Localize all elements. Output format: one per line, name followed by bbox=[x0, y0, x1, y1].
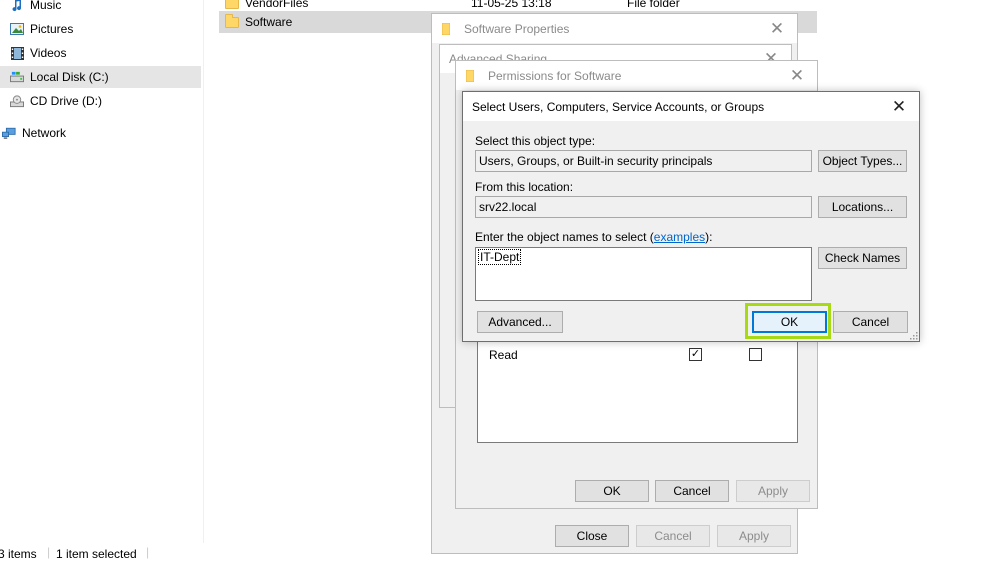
close-icon[interactable]: ✕ bbox=[757, 14, 797, 43]
status-divider: | bbox=[146, 545, 150, 559]
dialog-title: Select Users, Computers, Service Account… bbox=[472, 99, 765, 114]
nav-item-label: CD Drive (D:) bbox=[30, 94, 102, 108]
names-label-suffix: ): bbox=[705, 230, 713, 244]
dialog-title: Permissions for Software bbox=[488, 68, 622, 83]
nav-item-label: Videos bbox=[30, 46, 67, 60]
close-icon[interactable]: ✕ bbox=[777, 61, 817, 90]
nav-item-music[interactable]: Music bbox=[0, 0, 201, 16]
names-label-text: Enter the object names to select ( bbox=[475, 230, 654, 244]
close-button[interactable]: Close bbox=[555, 525, 629, 547]
location-field: srv22.local bbox=[475, 196, 812, 218]
nav-item-label: Music bbox=[30, 0, 62, 12]
folder-icon bbox=[465, 69, 480, 83]
network-icon bbox=[2, 126, 16, 140]
nav-item-cd-drive[interactable]: CD Drive (D:) bbox=[0, 90, 201, 112]
apply-button[interactable]: Apply bbox=[717, 525, 791, 547]
examples-link[interactable]: examples bbox=[654, 230, 705, 244]
file-type: File folder bbox=[627, 0, 680, 10]
ok-button[interactable]: OK bbox=[575, 480, 649, 502]
object-names-input[interactable]: IT-Dept bbox=[475, 247, 812, 301]
locations-button[interactable]: Locations... bbox=[818, 196, 907, 218]
cancel-button[interactable]: Cancel bbox=[655, 480, 729, 502]
permissions-list: Read ✓ bbox=[477, 331, 798, 443]
cd-drive-icon bbox=[10, 94, 24, 108]
cancel-button[interactable]: Cancel bbox=[833, 311, 908, 333]
object-type-field: Users, Groups, or Built-in security prin… bbox=[475, 150, 812, 172]
videos-icon bbox=[10, 46, 24, 60]
nav-item-label: Local Disk (C:) bbox=[30, 70, 109, 84]
item-count: 3 items bbox=[0, 547, 37, 561]
navigation-pane: Music Pictures Videos Local Disk (C:) CD… bbox=[0, 0, 204, 543]
object-types-button[interactable]: Object Types... bbox=[818, 150, 907, 172]
drive-icon bbox=[10, 70, 24, 84]
object-type-label: Select this object type: bbox=[475, 134, 596, 148]
properties-titlebar: Software Properties ✕ bbox=[432, 14, 797, 43]
folder-icon bbox=[441, 22, 456, 36]
nav-item-network[interactable]: Network bbox=[0, 122, 201, 144]
permission-label: Read bbox=[489, 348, 518, 362]
advanced-button[interactable]: Advanced... bbox=[477, 311, 563, 333]
dialog-title: Software Properties bbox=[464, 21, 570, 36]
object-names-value: IT-Dept bbox=[478, 249, 522, 265]
nav-item-pictures[interactable]: Pictures bbox=[0, 18, 201, 40]
cancel-button[interactable]: Cancel bbox=[636, 525, 710, 547]
select-users-dialog: Select Users, Computers, Service Account… bbox=[462, 91, 920, 342]
close-icon[interactable]: ✕ bbox=[879, 92, 919, 121]
permissions-titlebar: Permissions for Software ✕ bbox=[456, 61, 817, 90]
resize-grip-icon[interactable] bbox=[908, 330, 918, 340]
select-users-titlebar: Select Users, Computers, Service Account… bbox=[463, 92, 919, 121]
allow-checkbox[interactable]: ✓ bbox=[689, 348, 702, 361]
nav-item-label: Network bbox=[22, 126, 67, 140]
folder-icon bbox=[225, 13, 239, 28]
location-label: From this location: bbox=[475, 180, 574, 194]
nav-item-local-disk[interactable]: Local Disk (C:) bbox=[0, 66, 201, 88]
selected-count: 1 item selected bbox=[56, 547, 137, 561]
folder-icon bbox=[225, 0, 239, 9]
pictures-icon bbox=[10, 22, 24, 36]
deny-checkbox[interactable] bbox=[749, 348, 762, 361]
file-date: 11-05-25 13:18 bbox=[471, 0, 552, 10]
nav-item-videos[interactable]: Videos bbox=[0, 42, 201, 64]
apply-button[interactable]: Apply bbox=[736, 480, 810, 502]
status-divider: | bbox=[47, 545, 51, 559]
music-icon bbox=[10, 0, 24, 12]
file-name: VendorFiles bbox=[245, 0, 309, 10]
nav-item-label: Pictures bbox=[30, 22, 74, 36]
names-label: Enter the object names to select (exampl… bbox=[475, 230, 712, 244]
check-names-button[interactable]: Check Names bbox=[818, 247, 907, 269]
file-name: Software bbox=[245, 15, 293, 29]
ok-button-highlight bbox=[745, 303, 831, 339]
